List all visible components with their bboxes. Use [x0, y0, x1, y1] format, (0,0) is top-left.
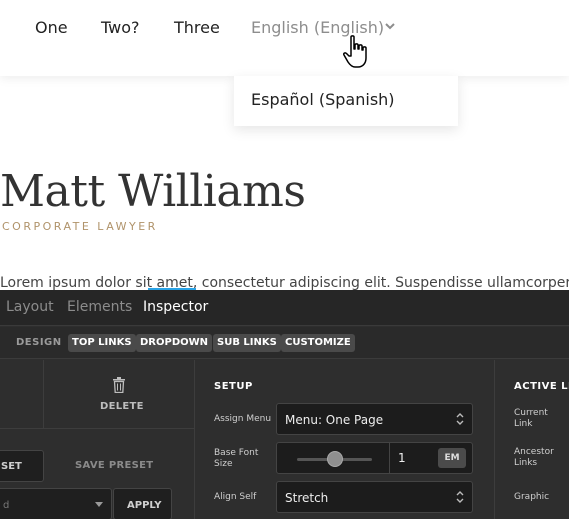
- base-font-size-control: 1 EM: [276, 442, 473, 474]
- assign-menu-select[interactable]: Menu: One Page: [276, 403, 473, 435]
- align-self-label: Align Self: [214, 492, 257, 502]
- caret-down-icon: [95, 502, 103, 507]
- active-links-section-title: ACTIVE LIN: [514, 381, 569, 392]
- up-down-arrows-icon: [456, 413, 464, 425]
- profile-name: Matt Williams: [0, 166, 306, 217]
- current-link-label: Current Link: [514, 408, 548, 429]
- ancestor-links-label: Ancestor Links: [514, 447, 554, 468]
- font-size-input[interactable]: 1 EM: [389, 443, 473, 473]
- editor-panel: Layout Elements Inspector DESIGN TOP LIN…: [0, 290, 569, 519]
- intro-text: Lorem ipsum dolor sit amet, consectetur …: [0, 275, 569, 291]
- page: One Two? Three English (English) Español…: [0, 0, 569, 519]
- profile-title: CORPORATE LAWYER: [2, 220, 158, 233]
- editor-tabs: Layout Elements Inspector: [0, 290, 569, 326]
- tab-inspector[interactable]: Inspector: [143, 299, 208, 315]
- reset-button[interactable]: SET: [0, 450, 44, 482]
- reset-button-label: SET: [1, 461, 22, 472]
- font-size-unit-button[interactable]: EM: [438, 448, 466, 468]
- up-down-arrows-icon: [456, 491, 464, 503]
- design-label: DESIGN: [16, 337, 62, 348]
- font-size-slider-thumb[interactable]: [326, 451, 343, 467]
- nav-item-two[interactable]: Two?: [101, 16, 140, 40]
- font-size-value: 1: [398, 451, 406, 465]
- divider: [43, 360, 44, 428]
- preset-select[interactable]: d: [0, 488, 112, 519]
- top-navigation: One Two? Three English (English): [0, 0, 569, 76]
- chevron-down-icon[interactable]: [384, 20, 396, 32]
- divider: [0, 428, 194, 429]
- divider: [494, 360, 495, 519]
- apply-button[interactable]: APPLY: [113, 488, 172, 519]
- language-option-spanish[interactable]: Español (Spanish): [251, 90, 395, 109]
- trash-icon[interactable]: [112, 377, 126, 393]
- nav-item-three[interactable]: Three: [174, 16, 220, 40]
- subtab-customize[interactable]: CUSTOMIZE: [281, 334, 355, 352]
- hand-cursor-icon: [343, 35, 367, 68]
- base-font-size-label: Base Font Size: [214, 448, 259, 469]
- assign-menu-value: Menu: One Page: [285, 413, 384, 427]
- nav-item-one[interactable]: One: [35, 16, 68, 40]
- setup-section-title: SETUP: [214, 381, 253, 392]
- subtab-top-links[interactable]: TOP LINKS: [68, 334, 136, 352]
- design-subtabs: DESIGN TOP LINKS DROPDOWN SUB LINKS CUST…: [0, 327, 569, 359]
- tab-layout[interactable]: Layout: [6, 299, 54, 315]
- assign-menu-label: Assign Menu: [214, 414, 272, 424]
- subtab-sub-links[interactable]: SUB LINKS: [213, 334, 281, 352]
- graphic-label: Graphic: [514, 492, 550, 502]
- apply-button-label: APPLY: [127, 500, 162, 511]
- subtab-dropdown[interactable]: DROPDOWN: [136, 334, 213, 352]
- align-self-value: Stretch: [285, 491, 329, 505]
- align-self-select[interactable]: Stretch: [276, 481, 473, 513]
- tab-elements[interactable]: Elements: [67, 299, 132, 315]
- preset-select-value: d: [3, 500, 10, 511]
- divider: [194, 360, 195, 519]
- save-preset-button[interactable]: SAVE PRESET: [75, 460, 153, 471]
- delete-button[interactable]: DELETE: [100, 401, 144, 412]
- language-dropdown: Español (Spanish): [234, 76, 458, 126]
